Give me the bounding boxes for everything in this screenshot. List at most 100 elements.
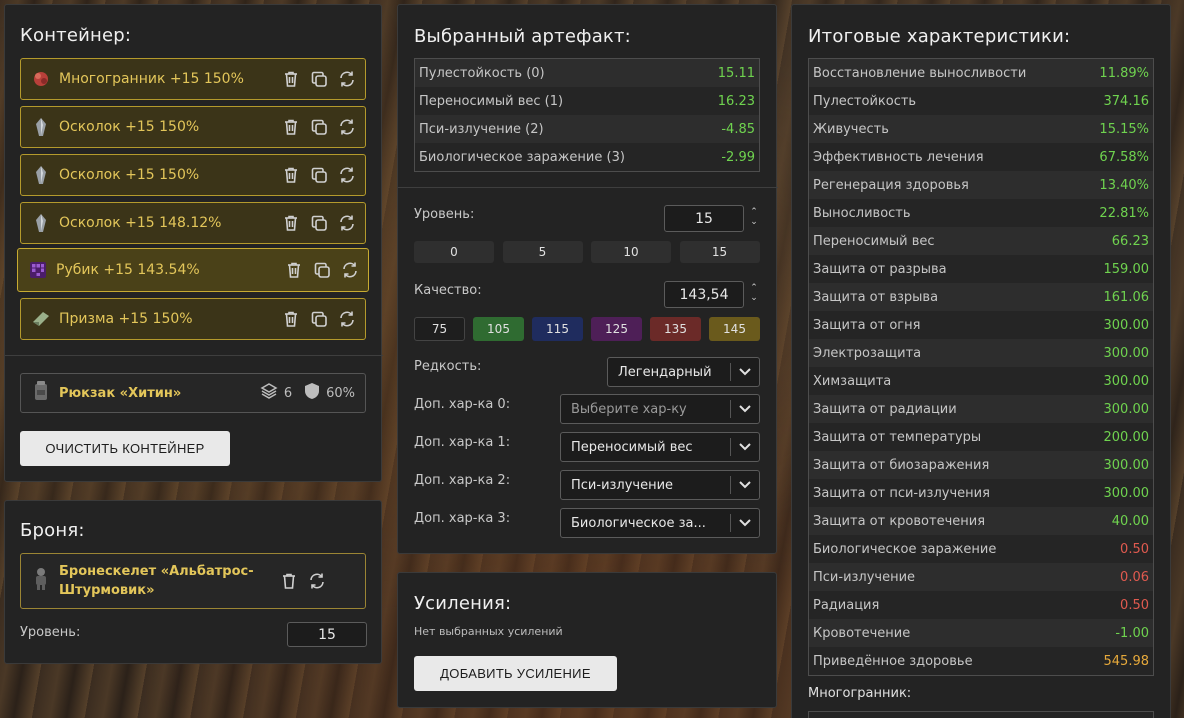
stat-value: 13.40% xyxy=(1099,177,1149,193)
stat-row: Химзащита 300.00 xyxy=(809,367,1153,395)
stat-value: 300.00 xyxy=(1103,373,1150,389)
armor-item[interactable]: Бронескелет «Альбатрос-Штурмовик» xyxy=(20,553,366,609)
stat-label: Восстановление выносливости xyxy=(813,65,1027,81)
armor-level-label: Уровень: xyxy=(20,625,81,640)
artifact-item[interactable]: Осколок +15 150% xyxy=(20,106,366,148)
stat-row: Переносимый вес 66.23 xyxy=(809,227,1153,255)
quality-input[interactable]: 143,54 xyxy=(664,281,744,308)
stat-row: Радиация 0.50 xyxy=(809,591,1153,619)
stat-label: Регенерация здоровья xyxy=(813,177,969,193)
extra-stat-select[interactable]: Переносимый вес xyxy=(560,432,760,462)
boost-empty-text: Нет выбранных усилений xyxy=(414,625,563,638)
trash-icon[interactable] xyxy=(281,117,301,137)
quality-preset-button[interactable]: 115 xyxy=(532,317,583,341)
stat-value: 40.00 xyxy=(1111,513,1149,529)
stat-value: -2.99 xyxy=(721,149,755,165)
level-input[interactable]: 15 xyxy=(664,205,744,232)
backpack-name: Рюкзак «Хитин» xyxy=(59,385,182,401)
chevron-down-icon xyxy=(731,481,759,489)
level-preset-button[interactable]: 15 xyxy=(679,241,760,263)
artifact-item[interactable]: Осколок +15 150% xyxy=(20,154,366,196)
shard-icon xyxy=(31,165,51,185)
trash-icon[interactable] xyxy=(281,165,301,185)
extra-stat-select[interactable]: Пси-излучение xyxy=(560,470,760,500)
quality-preset-button[interactable]: 105 xyxy=(473,317,524,341)
stat-value: 200.00 xyxy=(1103,429,1150,445)
quality-stepper[interactable]: ⌃ ⌄ xyxy=(749,283,759,303)
trash-icon[interactable] xyxy=(279,571,299,591)
stat-value: 16.23 xyxy=(717,93,755,109)
stat-value: 0.50 xyxy=(1120,541,1149,557)
artifact-name: Многогранник +15 150% xyxy=(59,71,244,87)
trash-icon[interactable] xyxy=(284,260,304,280)
swap-icon[interactable] xyxy=(337,69,357,89)
stat-value: 67.58% xyxy=(1099,149,1149,165)
stat-row: Кровотечение -1.00 xyxy=(809,619,1153,647)
stat-value: -1.00 xyxy=(1115,625,1149,641)
stat-label: Эффективность лечения xyxy=(813,149,984,165)
copy-icon[interactable] xyxy=(309,309,329,329)
level-preset-button[interactable]: 5 xyxy=(502,241,583,263)
stat-label: Защита от разрыва xyxy=(813,261,947,277)
quality-preset-button[interactable]: 145 xyxy=(709,317,760,341)
level-stepper[interactable]: ⌃ ⌄ xyxy=(749,207,759,227)
extra-stat-select[interactable]: Биологическое за... xyxy=(560,508,760,538)
stat-label: Переносимый вес xyxy=(813,233,935,249)
stat-row: Защита от температуры 200.00 xyxy=(809,423,1153,451)
stat-row: Защита от взрыва 161.06 xyxy=(809,283,1153,311)
swap-icon[interactable] xyxy=(337,117,357,137)
rarity-select[interactable]: Легендарный xyxy=(607,357,760,387)
backpack-item[interactable]: Рюкзак «Хитин» 6 60% xyxy=(20,373,366,413)
extra-stat-value: Переносимый вес xyxy=(571,439,693,455)
swap-icon[interactable] xyxy=(337,213,357,233)
artifact-name: Рубик +15 143.54% xyxy=(56,262,200,278)
selected-stats-table: Пулестойкость (0) 15.11 Переносимый вес (1… xyxy=(414,58,760,172)
stat-row: Регенерация здоровья 13.40% xyxy=(809,171,1153,199)
stat-row: Выносливость 22.81% xyxy=(809,199,1153,227)
swap-icon[interactable] xyxy=(337,309,357,329)
copy-icon[interactable] xyxy=(309,69,329,89)
backpack-protection: 60% xyxy=(326,385,355,401)
add-boost-button[interactable]: ДОБАВИТЬ УСИЛЕНИЕ xyxy=(414,656,617,691)
stat-row: Приведённое здоровье 545.98 xyxy=(809,647,1153,675)
trash-icon[interactable] xyxy=(281,213,301,233)
swap-icon[interactable] xyxy=(340,260,360,280)
level-preset-button[interactable]: 10 xyxy=(591,241,671,263)
copy-icon[interactable] xyxy=(309,117,329,137)
artifact-name: Осколок +15 150% xyxy=(59,119,200,135)
armor-level-input[interactable]: 15 xyxy=(287,622,367,647)
stat-label: Защита от температуры xyxy=(813,429,982,445)
stat-label: Кровотечение xyxy=(813,625,911,641)
rubik-icon xyxy=(28,260,48,280)
armor-title: Броня: xyxy=(20,520,85,541)
swap-icon[interactable] xyxy=(337,165,357,185)
clear-container-button[interactable]: ОЧИСТИТЬ КОНТЕЙНЕР xyxy=(20,431,230,466)
quality-preset-button[interactable]: 135 xyxy=(650,317,701,341)
stat-value: 161.06 xyxy=(1103,289,1150,305)
shard-icon xyxy=(31,213,51,233)
artifact-name: Осколок +15 150% xyxy=(59,167,200,183)
artifact-item[interactable]: Осколок +15 148.12% xyxy=(20,202,366,244)
copy-icon[interactable] xyxy=(309,213,329,233)
layers-icon xyxy=(260,382,278,404)
trash-icon[interactable] xyxy=(281,69,301,89)
chevron-down-icon xyxy=(731,368,759,376)
artifact-item[interactable]: Рубик +15 143.54% xyxy=(17,248,369,292)
level-preset-button[interactable]: 0 xyxy=(414,241,494,263)
swap-icon[interactable] xyxy=(307,571,327,591)
quality-preset-button[interactable]: 125 xyxy=(591,317,642,341)
quality-preset-button[interactable]: 75 xyxy=(414,317,465,341)
copy-icon[interactable] xyxy=(309,165,329,185)
totals-title: Итоговые характеристики: xyxy=(808,26,1071,47)
stat-label: Электрозащита xyxy=(813,345,922,361)
stat-label: Биологическое заражение xyxy=(813,541,997,557)
artifact-item[interactable]: Призма +15 150% xyxy=(20,298,366,340)
boost-title: Усиления: xyxy=(414,593,512,614)
artifact-item[interactable]: Многогранник +15 150% xyxy=(20,58,366,100)
stat-value: 11.89% xyxy=(1099,65,1149,81)
stat-value: 545.98 xyxy=(1103,653,1150,669)
extra-stat-select[interactable]: Выберите хар-ку xyxy=(560,394,760,424)
copy-icon[interactable] xyxy=(312,260,332,280)
extra-stat-label: Доп. хар-ка 1: xyxy=(414,435,511,450)
trash-icon[interactable] xyxy=(281,309,301,329)
